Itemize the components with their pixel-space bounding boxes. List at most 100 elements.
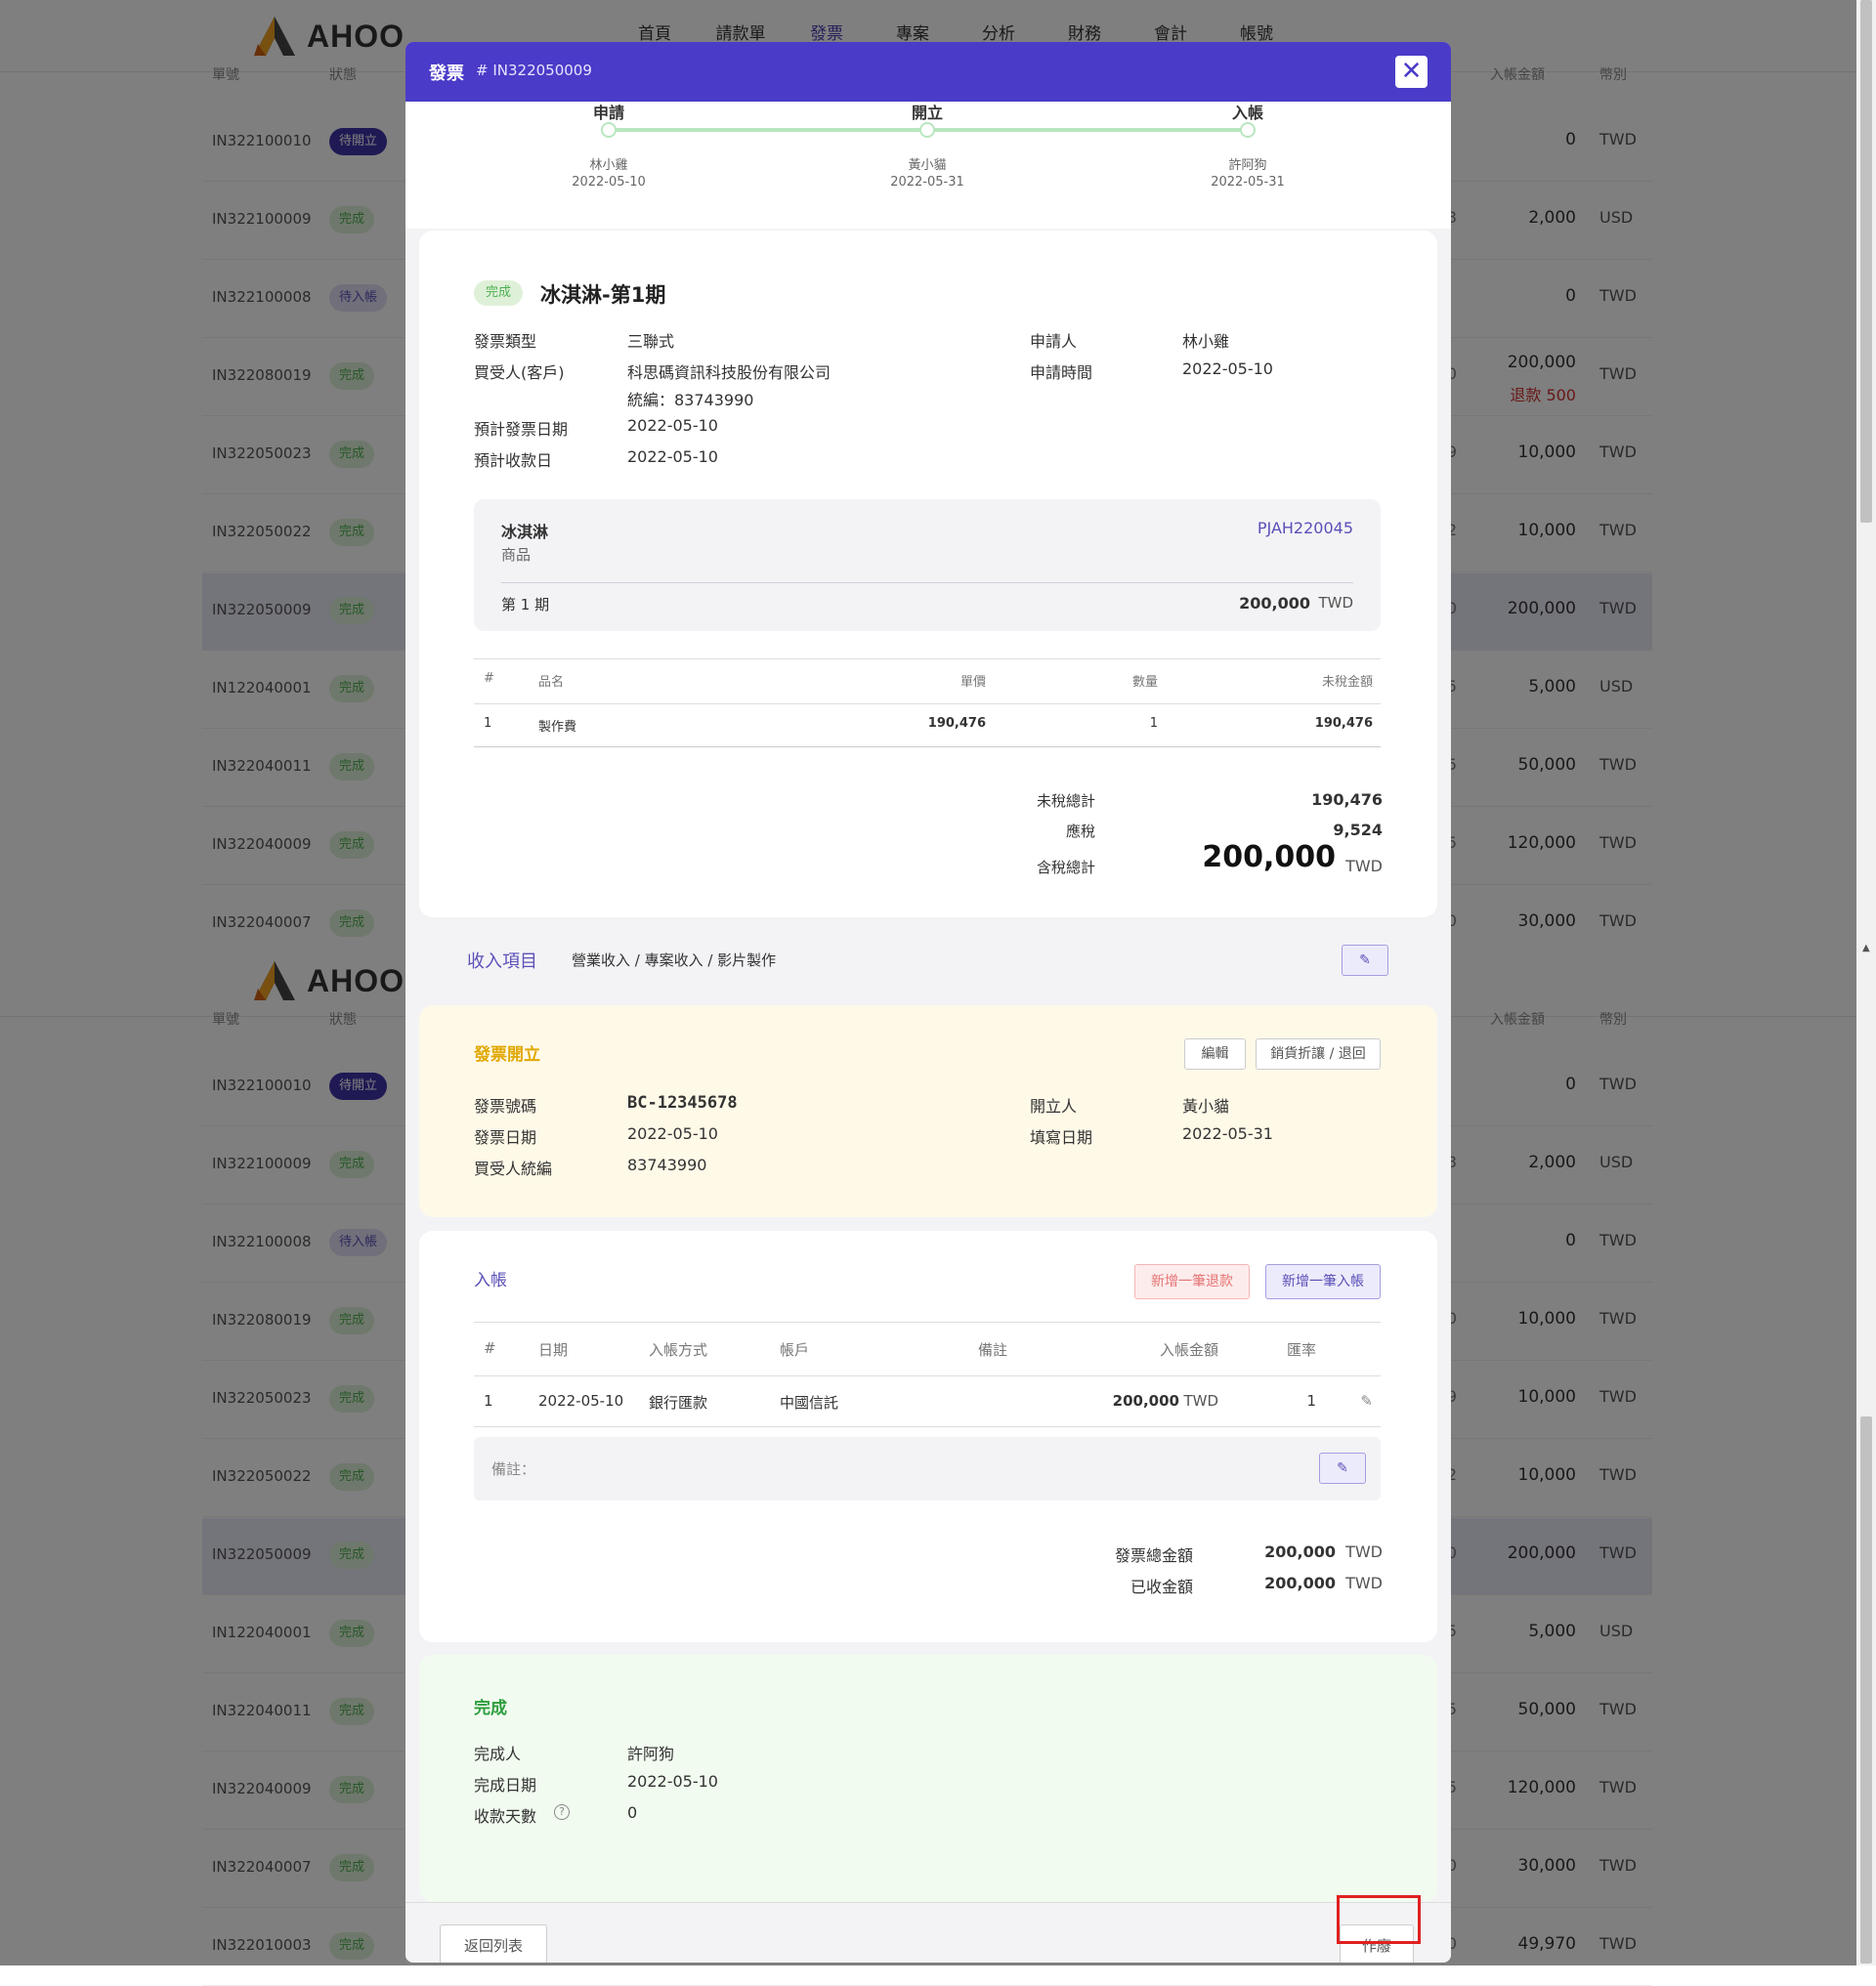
received-value: 200,000 (1264, 1574, 1336, 1592)
close-icon[interactable]: ✕ (1395, 56, 1428, 88)
issue-label: 開立人 (1030, 1097, 1078, 1116)
issue-title: 發票開立 (474, 1045, 540, 1065)
entry-rate: 1 (1306, 1392, 1316, 1410)
progress-stepper: 申請 林小雞 2022-05-10 開立 黃小貓 2022-05-31 入帳 許阿狗 2022-… (405, 102, 1451, 229)
project-box: 冰淇淋 商品 PJAH220045 第 1 期 200,000 TWD (474, 499, 1381, 631)
step-date: 2022-05-10 (572, 175, 646, 190)
info-label: 預計收款日 (474, 451, 553, 470)
divider (474, 1322, 1381, 1323)
invoice-issue-card: 發票開立 編輯 銷貨折讓 / 退回 發票號碼 BC-12345678 發票日期 202… (419, 1005, 1437, 1217)
account-header: 日期 (538, 1341, 569, 1359)
received-currency: TWD (1345, 1574, 1383, 1592)
completion-value: 許阿狗 (627, 1745, 675, 1763)
info-value: 2022-05-10 (627, 447, 718, 466)
step-dot (601, 122, 617, 138)
tax-value: 9,524 (1333, 821, 1383, 839)
project-type: 商品 (501, 546, 532, 564)
item-header: 數量 (1131, 675, 1158, 690)
item-header: # (484, 671, 494, 686)
issue-value: 83743990 (627, 1156, 707, 1174)
step-label: 申請 (592, 104, 624, 122)
modal-footer: 返回列表 作廢 (405, 1902, 1451, 1963)
account-header: 備註 (978, 1341, 1008, 1359)
step-date: 2022-05-31 (890, 175, 964, 190)
invoice-name: 冰淇淋-第1期 (540, 283, 666, 307)
add-entry-button[interactable]: 新增一筆入帳 (1265, 1264, 1381, 1299)
received-label: 已收金額 (1130, 1578, 1193, 1596)
info-label: 買受人(客戶) (474, 363, 565, 382)
help-icon[interactable]: ? (554, 1804, 570, 1820)
info-value: 科思碼資訊科技股份有限公司 (627, 363, 831, 382)
step-dot (1240, 122, 1256, 138)
divider (474, 1426, 1381, 1427)
add-refund-button[interactable]: 新增一筆退款 (1134, 1264, 1250, 1299)
item-no: 1 (484, 716, 492, 731)
invoice-total-value: 200,000 (1264, 1542, 1336, 1561)
item-subtotal: 190,476 (1314, 716, 1373, 731)
completion-card: 完成 完成人 許阿狗 完成日期 2022-05-10 收款天數? 0 (419, 1655, 1437, 1902)
project-name: 冰淇淋 (501, 523, 549, 541)
total-value: 200,000 (1202, 840, 1336, 874)
issue-value: 2022-05-10 (627, 1124, 718, 1143)
pretax-label: 未稅總計 (1036, 792, 1095, 810)
entry-amount: 200,000 (1112, 1392, 1179, 1410)
pencil-icon: ✎ (1337, 1460, 1348, 1476)
account-header: 入帳方式 (649, 1341, 708, 1359)
remark-label: 備註： (491, 1460, 536, 1478)
info-value: 林小雞 (1182, 332, 1230, 351)
issue-label: 填寫日期 (1030, 1128, 1093, 1147)
info-value: 2022-05-10 (627, 416, 718, 435)
completion-label: 完成日期 (474, 1776, 537, 1795)
project-code-link[interactable]: PJAH220045 (1258, 519, 1353, 537)
issue-label: 買受人統編 (474, 1160, 553, 1178)
divider (474, 746, 1381, 747)
scrollbar-thumb-top[interactable] (1860, 0, 1872, 523)
issue-value: 黃小貓 (1182, 1097, 1230, 1116)
income-path: 營業收入 / 專案收入 / 影片製作 (572, 951, 777, 969)
divider (474, 658, 1381, 659)
total-label: 含稅總計 (1036, 859, 1095, 876)
edit-button[interactable]: 編輯 (1184, 1038, 1246, 1070)
edit-remark-button[interactable]: ✎ (1319, 1453, 1366, 1484)
item-header: 未稅金額 (1321, 675, 1373, 690)
step-date: 2022-05-31 (1211, 175, 1285, 190)
info-value: 2022-05-10 (1182, 359, 1273, 378)
income-label: 收入項目 (467, 951, 537, 972)
info-label: 發票類型 (474, 332, 537, 351)
item-header: 單價 (959, 675, 986, 690)
entry-date: 2022-05-10 (538, 1392, 624, 1410)
discount-return-button[interactable]: 銷貨折讓 / 退回 (1256, 1038, 1381, 1070)
account-header: 匯率 (1286, 1341, 1316, 1359)
edit-income-button[interactable]: ✎ (1342, 945, 1388, 976)
divider (474, 1375, 1381, 1376)
total-currency: TWD (1345, 857, 1383, 875)
account-header: # (484, 1339, 496, 1357)
issue-label: 發票號碼 (474, 1097, 537, 1116)
invoice-total-label: 發票總金額 (1114, 1546, 1193, 1565)
item-header: 品名 (538, 675, 565, 690)
divider (501, 582, 1353, 583)
account-header: 帳戶 (780, 1341, 810, 1359)
step-label: 開立 (911, 104, 943, 122)
edit-entry-pencil-icon[interactable]: ✎ (1360, 1392, 1373, 1410)
invoice-total-currency: TWD (1345, 1542, 1383, 1561)
account-title: 入帳 (474, 1271, 507, 1290)
modal-header: 發票 # IN322050009 ✕ (405, 42, 1451, 102)
period-currency: TWD (1318, 594, 1353, 612)
info-label: 申請時間 (1030, 363, 1093, 382)
scroll-up-arrow-icon[interactable]: ▲ (1862, 943, 1870, 953)
tax-label: 應稅 (1065, 823, 1095, 840)
invoice-modal: 發票 # IN322050009 ✕ 申請林小雞 2022-05-10 開立黃小貓 2… (405, 42, 1451, 1963)
info-label: 申請人 (1030, 332, 1078, 351)
info-value: 三聯式 (627, 332, 675, 351)
completion-value: 0 (627, 1803, 638, 1822)
entry-no: 1 (484, 1392, 493, 1410)
step-label: 入帳 (1231, 104, 1263, 122)
back-to-list-button[interactable]: 返回列表 (440, 1924, 547, 1963)
completion-label: 完成人 (474, 1745, 522, 1763)
item-name: 製作費 (538, 720, 577, 735)
entry-method: 銀行匯款 (649, 1394, 708, 1412)
pretax-value: 190,476 (1311, 790, 1383, 809)
completion-label: 收款天數 (474, 1807, 537, 1826)
scrollbar-thumb-bottom[interactable] (1860, 1416, 1872, 1964)
